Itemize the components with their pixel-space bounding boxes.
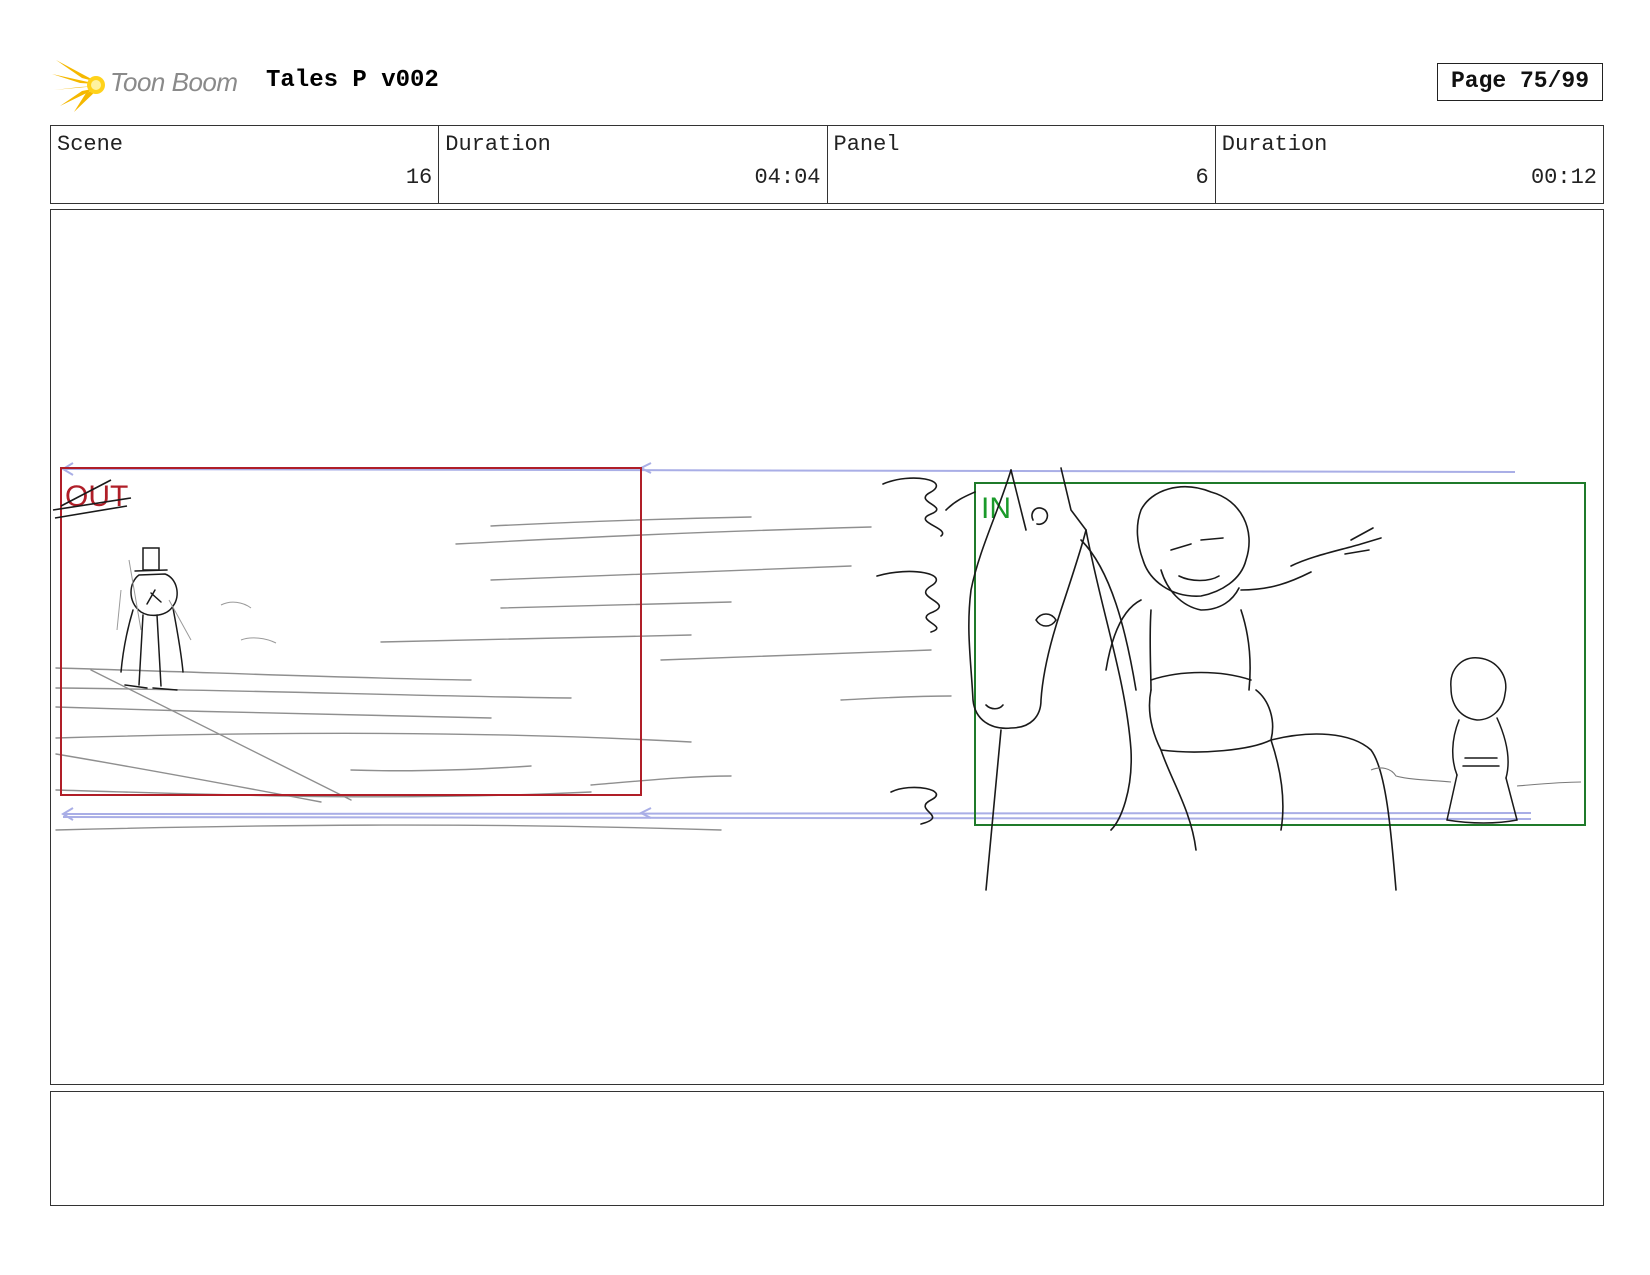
panel-sketch: OUT IN	[52, 462, 1586, 891]
starburst-logo-icon	[52, 60, 105, 112]
scene-duration-cell: Duration 04:04	[439, 126, 828, 203]
panel-duration-label: Duration	[1221, 132, 1328, 157]
scene-label: Scene	[57, 132, 124, 157]
scene-info-table: Scene 16 Duration 04:04 Panel 6 Duration…	[50, 125, 1604, 204]
page-indicator: Page 75/99	[1437, 63, 1603, 101]
horse-sketch	[968, 467, 1137, 891]
scene-value: 16	[405, 165, 433, 190]
panel-cell: Panel 6	[828, 126, 1216, 203]
panel-notes-box	[50, 1091, 1604, 1206]
panel-label: Panel	[833, 132, 900, 157]
panel-duration-value: 00:12	[1530, 165, 1597, 190]
out-frame	[60, 467, 642, 796]
logo-wordmark: Toon Boom	[110, 67, 238, 97]
storyboard-panel-image: OUT IN	[50, 209, 1604, 1085]
scene-duration-value: 04:04	[754, 165, 821, 190]
speed-lines	[55, 516, 952, 831]
project-title: Tales P v002	[266, 67, 439, 94]
rider-sketch	[1105, 486, 1397, 891]
scene-duration-label: Duration	[445, 132, 551, 157]
panel-value: 6	[1195, 165, 1209, 190]
scene-cell: Scene 16	[51, 126, 440, 203]
storyboard-header: Toon Boom Tales P v002 Page 75/99	[50, 56, 1606, 112]
panel-duration-cell: Duration 00:12	[1216, 126, 1603, 203]
small-figure-sketch	[1446, 657, 1518, 824]
toon-boom-logo: Toon Boom	[52, 56, 247, 112]
ground-dust	[1370, 767, 1582, 787]
figure-ghost-sketch	[116, 559, 277, 644]
in-label: IN	[981, 492, 1011, 525]
